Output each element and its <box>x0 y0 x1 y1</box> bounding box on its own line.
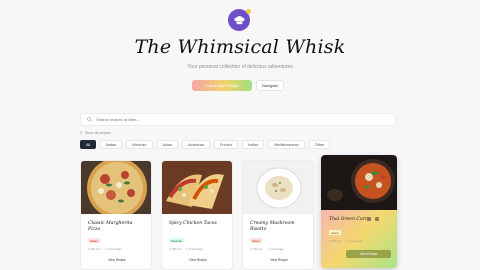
recipe-tag: Italian <box>250 238 263 243</box>
search-bar[interactable] <box>80 113 396 126</box>
category-chip-all[interactable]: All <box>80 140 97 149</box>
people-icon: ⚇ <box>185 247 189 251</box>
recipe-card[interactable]: Creamy Mushroom Risotto Italian ◷ 40 min… <box>242 160 314 270</box>
filter-toggle-label: Show all recipes <box>84 131 111 135</box>
recipe-tag: Mexican <box>169 238 185 243</box>
people-icon: ⚇ <box>104 247 108 251</box>
recipe-meta: ◷ 30 min ⚇ 4 servings <box>88 247 122 251</box>
edit-icon[interactable] <box>367 217 371 221</box>
category-chips: All Italian Mexican Asian American Frenc… <box>80 140 331 149</box>
chef-hat-icon <box>233 15 245 24</box>
delete-icon[interactable] <box>375 217 379 221</box>
recipe-image-risotto <box>243 161 313 214</box>
recipe-card[interactable]: Classic Margherita Pizza Italian ◷ 30 mi… <box>80 160 152 270</box>
search-input[interactable] <box>96 117 376 122</box>
category-chip-mexican[interactable]: Mexican <box>126 140 153 149</box>
view-recipe-button[interactable]: View Recipe <box>88 256 146 263</box>
category-chip-indian[interactable]: Indian <box>241 140 265 149</box>
add-recipe-button[interactable]: + Add New Recipe <box>192 80 252 91</box>
card-actions <box>367 217 379 221</box>
people-icon: ⚇ <box>345 239 349 243</box>
recipe-image-pizza <box>81 161 151 214</box>
recipe-tag: Asian <box>329 230 341 235</box>
recipe-tag: Italian <box>88 238 101 243</box>
people-icon: ⚇ <box>266 247 270 251</box>
recipe-name: Creamy Mushroom Risotto <box>250 221 295 232</box>
recipe-card-featured[interactable]: Thai Green Curry Asian ◷ 35 min ⚇ 4 serv… <box>321 155 397 268</box>
navigate-button[interactable]: Navigate <box>256 80 284 91</box>
recipe-meta: ◷ 35 min ⚇ 4 servings <box>329 239 363 243</box>
recipe-image-tacos <box>162 161 232 214</box>
sparkle-dot <box>246 9 251 14</box>
category-chip-asian[interactable]: Asian <box>156 140 179 149</box>
category-chip-american[interactable]: American <box>182 140 211 149</box>
category-chip-mediterranean[interactable]: Mediterranean <box>268 140 305 149</box>
page-subtitle: Your personal collection of delicious ad… <box>187 64 293 70</box>
recipe-meta: ◷ 25 min ⚇ 3 servings <box>169 247 203 251</box>
view-recipe-button[interactable]: View Recipe <box>250 256 308 263</box>
filter-icon: ⚲ <box>80 131 83 135</box>
recipe-name: Classic Margherita Pizza <box>88 221 133 232</box>
search-icon <box>87 117 92 122</box>
recipe-name: Spicy Chicken Tacos <box>169 221 217 226</box>
recipe-meta: ◷ 40 min ⚇ 2 servings <box>250 247 284 251</box>
view-recipe-button[interactable]: View Recipe <box>169 256 227 263</box>
category-chip-french[interactable]: French <box>214 140 238 149</box>
page-title: The Whimsical Whisk <box>134 36 346 58</box>
category-chip-italian[interactable]: Italian <box>100 140 123 149</box>
recipe-image-curry <box>321 155 397 210</box>
view-recipe-button[interactable]: View Recipe <box>346 250 391 258</box>
recipe-card[interactable]: Spicy Chicken Tacos Mexican ◷ 25 min ⚇ 3… <box>161 160 233 270</box>
filter-toggle[interactable]: ⚲ Show all recipes <box>80 131 111 135</box>
category-chip-other[interactable]: Other <box>308 140 331 149</box>
